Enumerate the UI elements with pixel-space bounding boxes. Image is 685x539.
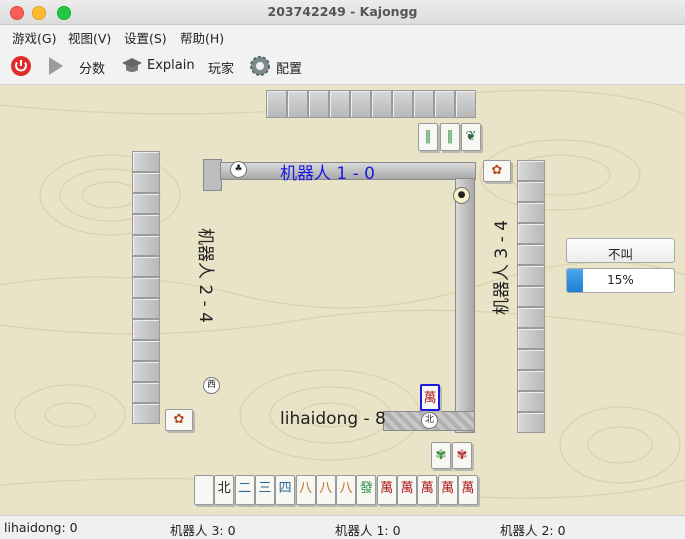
hand-tile[interactable]: 萬 [417, 475, 438, 505]
quit-icon[interactable] [10, 55, 32, 77]
hand-tile[interactable]: 發 [356, 475, 377, 505]
explain-button[interactable]: Explain [147, 58, 195, 73]
status-score-bot1: 机器人 1: 0 [335, 523, 401, 538]
flower-tile: ✿ [483, 160, 511, 182]
season-tile: ✾ [431, 442, 451, 469]
status-score-bot3: 机器人 3: 0 [170, 523, 236, 538]
wall-top [266, 90, 476, 118]
title-bar: 203742249 - Kajongg [0, 0, 685, 25]
hand-tile[interactable] [194, 475, 214, 505]
toolbar: 分数 Explain 玩家 配置 [0, 48, 685, 85]
menu-bar: 游戏(G) 视图(V) 设置(S) 帮助(H) [0, 25, 685, 47]
player-label-right: 机器人 3 - 4 [491, 220, 512, 315]
wood-texture-background [0, 89, 685, 499]
bird-tile: ❦ [461, 123, 481, 151]
graduation-cap-icon [122, 58, 142, 72]
no-claim-button[interactable]: 不叫 [566, 238, 675, 263]
wall-right [517, 160, 545, 433]
player-label-left: 机器人 2 - 4 [194, 228, 215, 323]
wall-inner-right [455, 178, 475, 433]
wind-marker-north: ♣ [230, 161, 247, 178]
hand-tile[interactable]: 八 [315, 475, 336, 505]
window-title: 203742249 - Kajongg [267, 4, 418, 19]
config-button[interactable]: 配置 [276, 58, 302, 77]
timer-progress-bar: 15% [566, 268, 675, 293]
wind-marker-west: 西 [203, 377, 220, 394]
play-icon[interactable] [47, 56, 65, 76]
gear-icon [250, 56, 270, 76]
hand-tile[interactable]: 四 [275, 475, 296, 505]
menu-game[interactable]: 游戏(G) [12, 28, 56, 47]
players-button[interactable]: 玩家 [208, 58, 234, 77]
hand-tile[interactable]: 北 [214, 475, 235, 505]
score-button[interactable]: 分数 [79, 58, 105, 77]
status-score-lihaidong: lihaidong: 0 [4, 520, 78, 535]
hand-tile[interactable]: 八 [336, 475, 357, 505]
progress-text: 15% [607, 273, 634, 287]
player-label-bottom: lihaidong - 8 [280, 409, 386, 429]
hand-tile[interactable]: 萬 [437, 475, 458, 505]
bamboo-tile: ‖ [440, 123, 460, 151]
player-hand: 北二三四八八八發萬萬萬萬萬 [194, 475, 478, 507]
bamboo-tile: ‖ [418, 123, 438, 151]
menu-help[interactable]: 帮助(H) [180, 28, 224, 47]
selected-discard-tile[interactable]: 萬 [420, 384, 440, 411]
hand-tile[interactable]: 三 [254, 475, 275, 505]
season-tile: ✾ [452, 442, 472, 469]
status-bar: lihaidong: 0 机器人 3: 0 机器人 1: 0 机器人 2: 0 [0, 515, 685, 539]
hand-tile[interactable]: 萬 [376, 475, 397, 505]
menu-view[interactable]: 视图(V) [68, 28, 111, 47]
flower-tile: ✿ [165, 409, 193, 431]
wind-marker-east: ● [453, 187, 470, 204]
hand-tile[interactable]: 八 [295, 475, 316, 505]
hand-tile[interactable]: 萬 [397, 475, 417, 505]
status-score-bot2: 机器人 2: 0 [500, 523, 566, 538]
menu-settings[interactable]: 设置(S) [124, 28, 167, 47]
wind-marker-south: 北 [421, 412, 438, 429]
wall-left [132, 151, 160, 424]
hand-tile[interactable]: 萬 [457, 475, 478, 505]
hand-tile[interactable]: 二 [234, 475, 255, 505]
game-board: ‖ ‖ ❦ ♣ 机器人 1 - 0 ● 机器人 3 - 4 萬 北 lihaid… [0, 85, 685, 515]
player-label-top: 机器人 1 - 0 [280, 164, 375, 184]
